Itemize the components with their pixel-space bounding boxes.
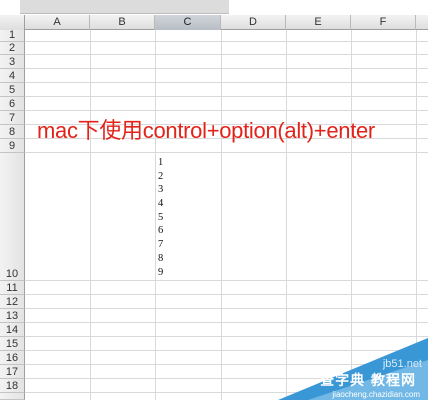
row-header-2[interactable]: 2: [0, 42, 25, 55]
row-header-16[interactable]: 16: [0, 351, 25, 365]
row-header-10[interactable]: 10: [0, 153, 25, 281]
watermark-url: jiaocheng.chazidian.com: [332, 390, 420, 399]
cell-line: 8: [158, 252, 164, 264]
annotation-text: mac下使用control+option(alt)+enter: [37, 118, 375, 143]
toolbar-strip: [0, 0, 428, 15]
cell-c10-content[interactable]: 1 2 3 4 5 6 7 8 9: [158, 156, 218, 279]
column-header-row: A B C D E F: [0, 15, 428, 30]
grid-line: [25, 54, 428, 55]
column-header-a[interactable]: A: [25, 15, 90, 30]
row-header-17[interactable]: 17: [0, 365, 25, 379]
row-header-4[interactable]: 4: [0, 69, 25, 83]
column-header-c[interactable]: C: [155, 15, 221, 30]
grid-line: [25, 280, 428, 281]
row-header-5[interactable]: 5: [0, 83, 25, 97]
grid-line: [25, 308, 428, 309]
grid-line: [25, 322, 428, 323]
grid-line: [25, 41, 428, 42]
row-header-3[interactable]: 3: [0, 55, 25, 69]
cell-line: 3: [158, 184, 164, 196]
watermark: jb51.net 查字典 教程网 jiaocheng.chazidian.com: [278, 338, 428, 400]
row-header-19-partial[interactable]: [0, 393, 25, 400]
watermark-site: jb51.net: [382, 358, 422, 370]
grid-line: [25, 82, 428, 83]
row-header-13[interactable]: 13: [0, 309, 25, 323]
cell-line: 9: [158, 266, 164, 278]
cell-line: 2: [158, 170, 164, 182]
row-header-11[interactable]: 11: [0, 281, 25, 295]
cell-line: 7: [158, 239, 164, 251]
grid-line: [25, 294, 428, 295]
cell-line: 6: [158, 225, 164, 237]
select-all-corner[interactable]: [0, 15, 25, 30]
grid-line: [25, 152, 428, 153]
grid-line: [155, 30, 156, 400]
cell-line: 5: [158, 211, 164, 223]
row-header-8[interactable]: 8: [0, 125, 25, 139]
column-header-d[interactable]: D: [221, 15, 286, 30]
column-header-b[interactable]: B: [90, 15, 155, 30]
row-header-9[interactable]: 9: [0, 139, 25, 153]
row-header-15[interactable]: 15: [0, 337, 25, 351]
watermark-name: 查字典 教程网: [320, 373, 416, 389]
column-header-e[interactable]: E: [286, 15, 351, 30]
row-header-7[interactable]: 7: [0, 111, 25, 125]
grid-line: [221, 30, 222, 400]
grid-line: [25, 110, 428, 111]
grid-line: [25, 336, 428, 337]
row-header-6[interactable]: 6: [0, 97, 25, 111]
grid-line: [90, 30, 91, 400]
row-header-1[interactable]: 1: [0, 29, 25, 42]
row-header-14[interactable]: 14: [0, 323, 25, 337]
row-header-18[interactable]: 18: [0, 379, 25, 393]
cell-line: 1: [158, 157, 164, 168]
column-header-f[interactable]: F: [351, 15, 416, 30]
grid-line: [25, 96, 428, 97]
row-header-12[interactable]: 12: [0, 295, 25, 309]
cell-line: 4: [158, 198, 164, 210]
toolbar-gray-block: [20, 0, 229, 14]
grid-line: [25, 68, 428, 69]
